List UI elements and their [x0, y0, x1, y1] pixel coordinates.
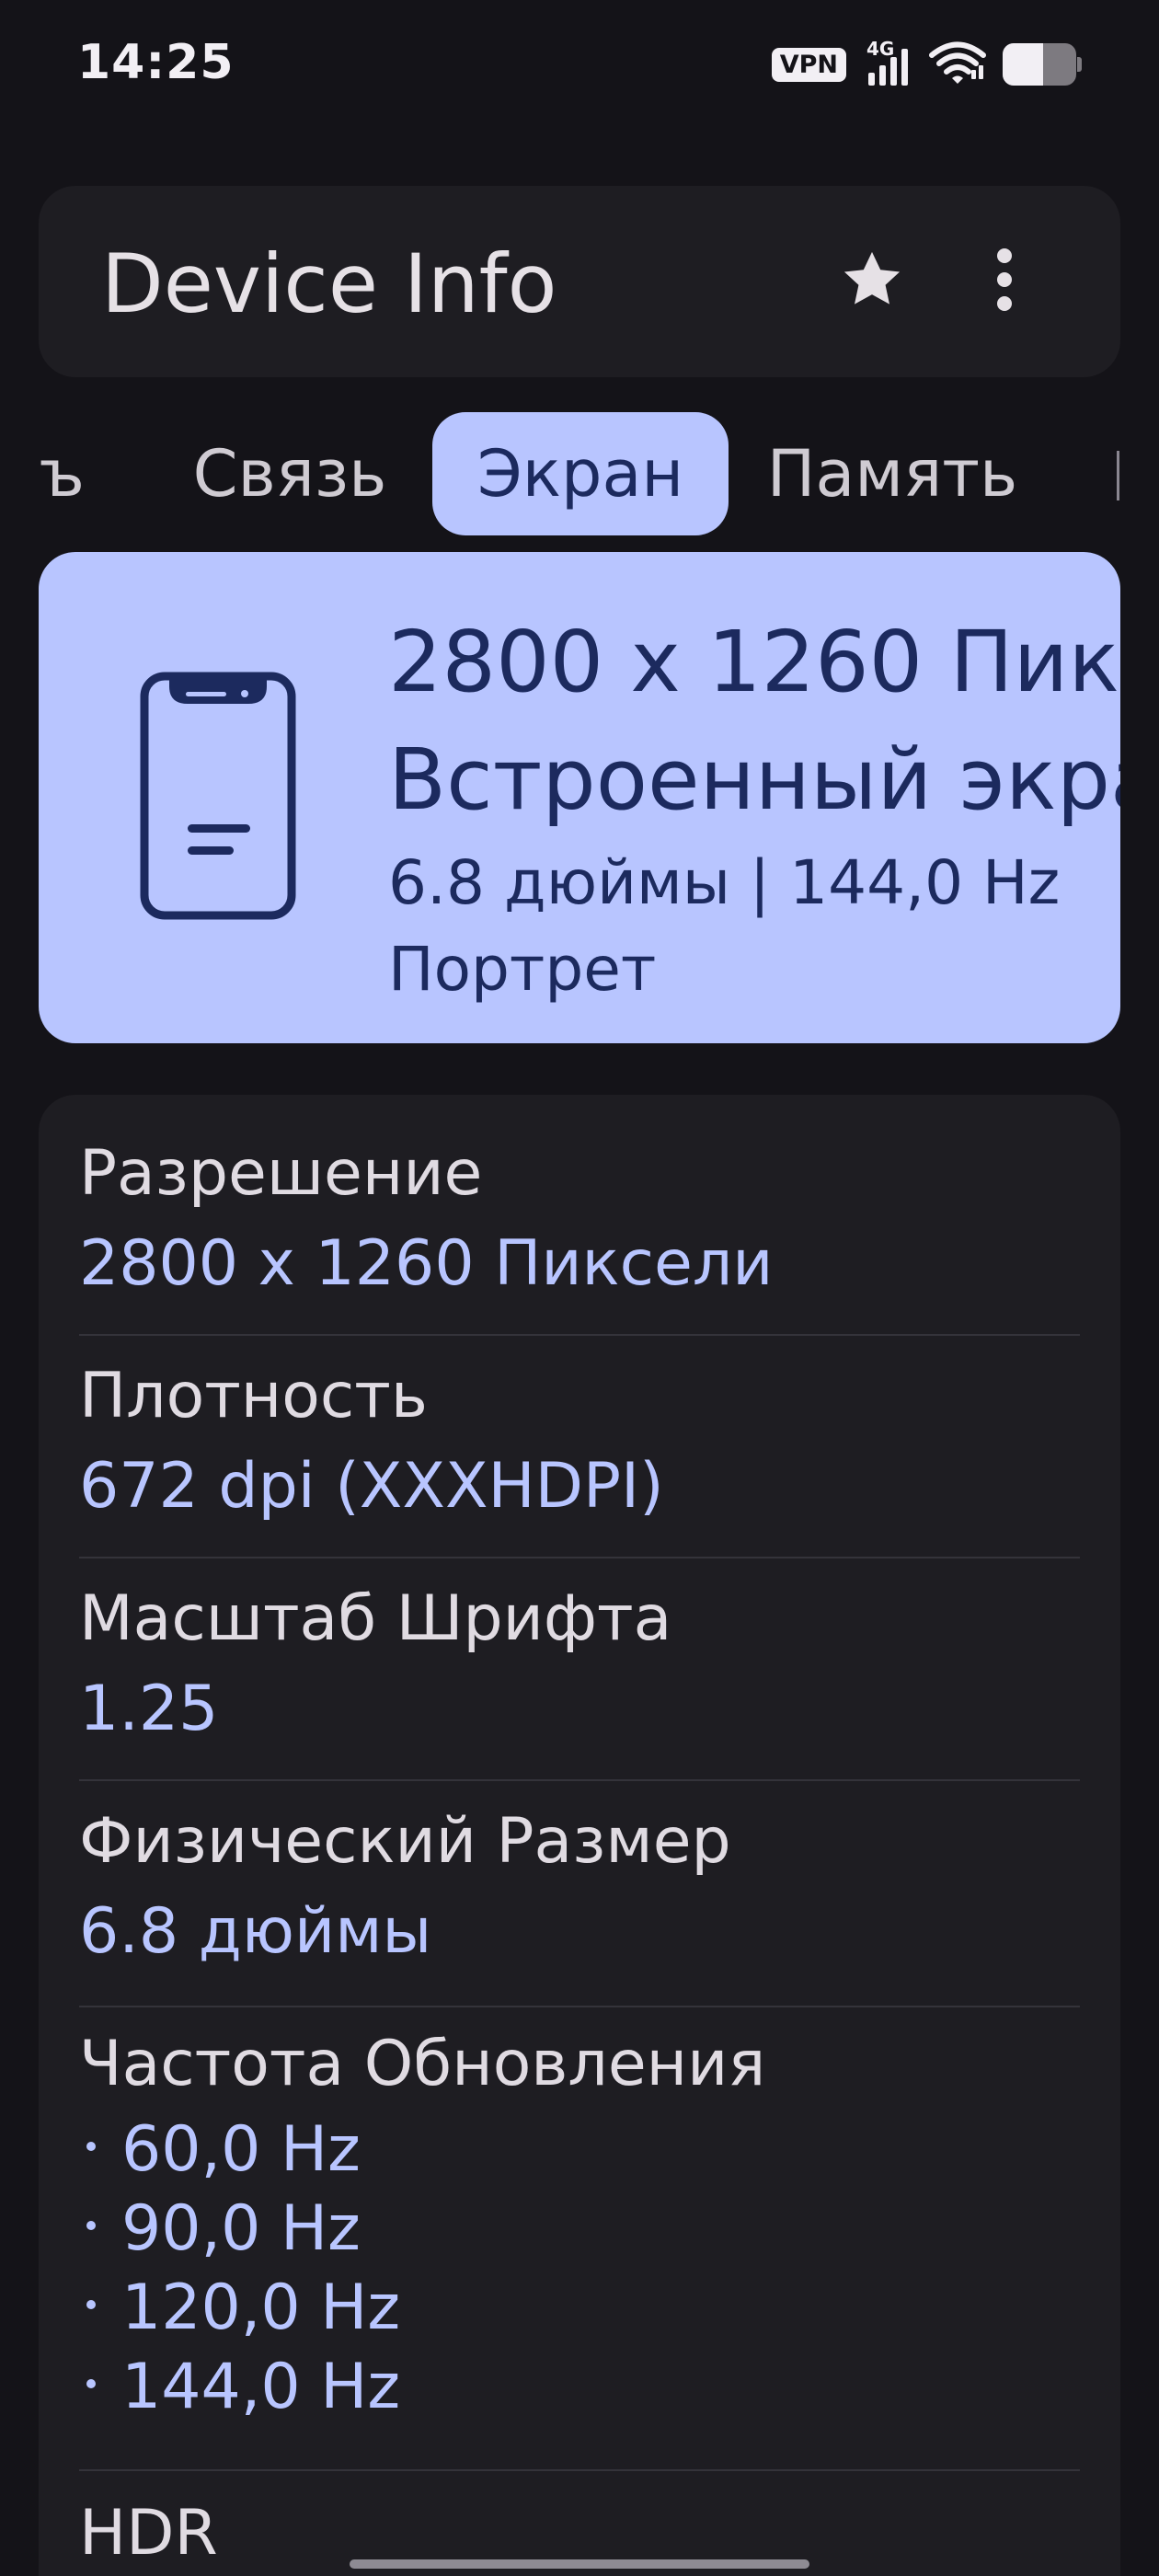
physical-size-value: 6.8 дюймы [79, 1895, 432, 1968]
refresh-rate-value: 120,0 Hz [121, 2271, 401, 2344]
resolution-label: Разрешение [79, 1137, 483, 1210]
signal-icon: 4G [863, 38, 912, 87]
font-scale-value: 1.25 [79, 1673, 219, 1745]
resolution-value: 2800 x 1260 Пиксели [79, 1227, 774, 1300]
physical-size-label: Физический Размер [79, 1805, 731, 1878]
vpn-badge: VPN [771, 47, 846, 82]
divider [79, 1557, 1080, 1558]
density-value: 672 dpi (XXXHDPI) [79, 1450, 664, 1523]
app-title: Device Info [101, 236, 557, 331]
status-time: 14:25 [77, 35, 235, 90]
row-density: Плотность 672 dpi (XXXHDPI) [79, 1351, 1080, 1531]
divider [79, 2469, 1080, 2471]
refresh-rate-value: 144,0 Hz [121, 2351, 401, 2423]
tab-connection[interactable]: Связь [175, 412, 405, 535]
refresh-rate-value: 90,0 Hz [121, 2192, 361, 2265]
more-vert-icon [991, 247, 1018, 316]
tab-bar: ъ Связь Экран Память [0, 412, 1159, 539]
list-item: 90,0 Hz [79, 2190, 1080, 2269]
app-bar: Device Info [39, 186, 1120, 377]
display-summary-text: 2800 x 1260 Пиксели Встроенный экран 6.8… [388, 604, 1120, 1012]
list-item: 144,0 Hz [79, 2348, 1080, 2427]
summary-orientation: Портрет [388, 934, 657, 1005]
display-details-card: Разрешение 2800 x 1260 Пиксели Плотность… [39, 1095, 1120, 2576]
summary-size-refresh: 6.8 дюймы | 144,0 Hz [388, 847, 1061, 918]
row-resolution: Разрешение 2800 x 1260 Пиксели [79, 1128, 1080, 1308]
summary-display-type: Встроенный экран [388, 730, 1120, 829]
status-icons: VPN 4G [771, 37, 1082, 92]
favorite-button[interactable] [826, 236, 918, 328]
star-icon [837, 245, 907, 318]
divider [79, 2006, 1080, 2007]
smartphone-icon [140, 672, 296, 924]
summary-resolution: 2800 x 1260 Пиксели [388, 613, 1120, 711]
display-summary-card: 2800 x 1260 Пиксели Встроенный экран 6.8… [39, 552, 1120, 1043]
list-item: 60,0 Hz [79, 2110, 1080, 2190]
divider [79, 1334, 1080, 1336]
row-physical-size: Физический Размер 6.8 дюймы [79, 1796, 1080, 1976]
divider [79, 1779, 1080, 1781]
screen: 14:25 VPN 4G Device Info ъ Связь Экран П… [0, 0, 1159, 2576]
refresh-rate-label: Частота Обновления [79, 2028, 766, 2100]
more-options-button[interactable] [958, 236, 1050, 328]
list-item: 120,0 Hz [79, 2269, 1080, 2348]
gesture-navigation-bar[interactable] [350, 2559, 809, 2569]
refresh-rate-list: 60,0 Hz 90,0 Hz 120,0 Hz 144,0 Hz [79, 2110, 1080, 2427]
font-scale-label: Масштаб Шрифта [79, 1582, 672, 1655]
density-label: Плотность [79, 1360, 428, 1432]
tab-previous[interactable]: ъ [0, 412, 101, 535]
row-font-scale: Масштаб Шрифта 1.25 [79, 1573, 1080, 1754]
row-refresh-rate: Частота Обновления 60,0 Hz 90,0 Hz 120,0… [79, 2018, 1080, 2427]
wifi-icon [929, 40, 986, 89]
tab-display[interactable]: Экран [432, 412, 729, 535]
tab-memory[interactable]: Память [754, 412, 1030, 535]
refresh-rate-value: 60,0 Hz [121, 2113, 361, 2186]
battery-icon [1003, 43, 1082, 86]
tab-divider [1117, 451, 1119, 500]
status-bar: 14:25 VPN 4G [0, 0, 1159, 129]
